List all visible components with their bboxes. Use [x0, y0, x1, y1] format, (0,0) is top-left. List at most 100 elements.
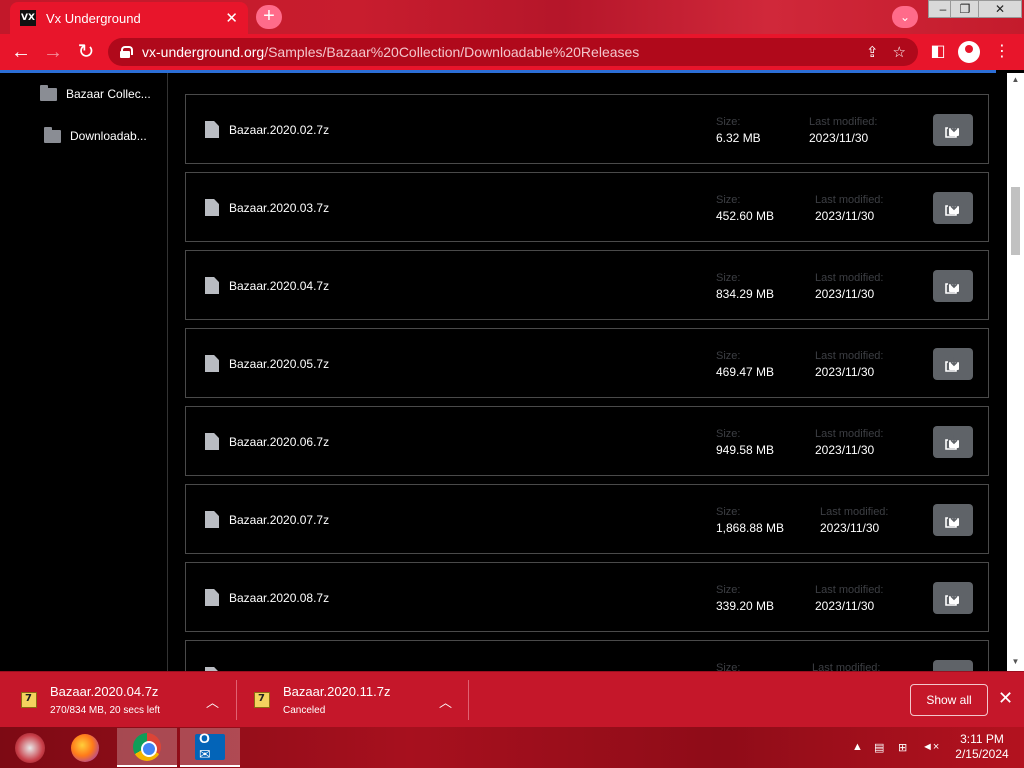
file-name[interactable]: Bazaar.2020.03.7z — [229, 201, 329, 215]
download-button[interactable] — [933, 348, 973, 380]
file-size: 6.32 MB — [716, 131, 761, 145]
close-window-button[interactable]: ✕ — [978, 0, 1022, 18]
size-label: Size: — [716, 272, 741, 284]
scroll-thumb[interactable] — [1011, 187, 1020, 255]
download-icon — [945, 279, 959, 294]
start-button[interactable] — [0, 728, 60, 767]
clock-date: 2/15/2024 — [955, 747, 1009, 761]
lock-icon[interactable] — [120, 46, 133, 58]
download-button[interactable] — [933, 504, 973, 536]
7z-file-icon — [21, 692, 37, 708]
file-name[interactable]: Bazaar.2020.06.7z — [229, 435, 329, 449]
restore-button[interactable]: ❐ — [950, 0, 980, 18]
modified-label: Last modified: — [815, 350, 884, 362]
scroll-up-arrow-icon[interactable]: ▲ — [1011, 75, 1020, 84]
download-icon — [945, 123, 959, 138]
file-name[interactable]: Bazaar.2020.04.7z — [229, 279, 329, 293]
chevron-up-icon[interactable]: ︿ — [206, 692, 219, 711]
file-modified-date: 2023/11/30 — [815, 599, 875, 613]
file-row[interactable]: Bazaar.2020.02.7z Size: 6.32 MB Last mod… — [185, 94, 989, 164]
volume-muted-icon[interactable]: ◄× — [922, 741, 939, 753]
taskbar-chrome[interactable] — [117, 728, 177, 767]
file-icon — [205, 433, 219, 450]
file-name[interactable]: Bazaar.2020.05.7z — [229, 357, 329, 371]
page-scrollbar[interactable]: ▲ ▼ — [1007, 73, 1024, 671]
taskbar-firefox[interactable] — [55, 728, 115, 767]
modified-label: Last modified: — [809, 116, 878, 128]
file-modified-date: 2023/11/30 — [820, 521, 880, 535]
sidebar-item-label: Bazaar Collec... — [66, 87, 151, 101]
browser-toolbar: ← → ↻ vx-underground.org/Samples/Bazaar%… — [0, 34, 1024, 70]
download-status: 270/834 MB, 20 secs left — [50, 705, 161, 716]
url-text[interactable]: vx-underground.org/Samples/Bazaar%20Coll… — [142, 44, 852, 60]
profile-avatar-icon[interactable] — [958, 41, 980, 63]
file-row[interactable]: Bazaar.2020.08.7z Size: 339.20 MB Last m… — [185, 562, 989, 632]
reload-icon[interactable]: ↻ — [73, 40, 99, 64]
outlook-icon: O ✉ — [195, 730, 225, 762]
download-button[interactable] — [933, 192, 973, 224]
site-favicon: VX — [20, 10, 36, 26]
tab-search-button[interactable]: ⌄ — [892, 6, 918, 28]
download-button[interactable] — [933, 660, 973, 671]
system-clock[interactable]: 3:11 PM 2/15/2024 — [950, 732, 1014, 762]
download-status: Canceled — [283, 705, 326, 716]
divider — [236, 680, 237, 720]
close-shelf-icon[interactable]: ✕ — [998, 688, 1013, 709]
file-row[interactable]: Bazaar.2020.05.7z Size: 469.47 MB Last m… — [185, 328, 989, 398]
bookmark-star-icon[interactable]: ☆ — [893, 43, 906, 61]
download-filename: Bazaar.2020.04.7z — [50, 684, 159, 699]
new-tab-button[interactable]: + — [256, 5, 282, 29]
download-button[interactable] — [933, 270, 973, 302]
download-item-canceled[interactable]: Bazaar.2020.11.7z Canceled — [254, 672, 390, 728]
size-label: Size: — [716, 662, 741, 671]
scroll-down-arrow-icon[interactable]: ▼ — [1011, 657, 1020, 666]
modified-label: Last modified: — [820, 506, 889, 518]
sidebar-item-downloadable-releases[interactable]: Downloadab... — [44, 126, 147, 143]
modified-label: Last modified: — [815, 584, 884, 596]
chevron-up-icon[interactable]: ︿ — [439, 692, 452, 711]
network-icon[interactable]: ⊞ — [898, 741, 907, 754]
file-row[interactable]: Bazaar.2020.04.7z Size: 834.29 MB Last m… — [185, 250, 989, 320]
file-modified-date: 2023/11/30 — [815, 209, 875, 223]
tray-app-icon[interactable]: ▤ — [874, 741, 884, 754]
sidebar-item-bazaar-collection[interactable]: Bazaar Collec... — [40, 84, 151, 101]
file-row-partial[interactable]: Size: Last modified: — [185, 640, 989, 671]
url-host: vx-underground.org — [142, 44, 265, 60]
download-button[interactable] — [933, 582, 973, 614]
folder-icon — [44, 126, 61, 143]
modified-label: Last modified: — [815, 428, 884, 440]
file-name[interactable]: Bazaar.2020.08.7z — [229, 591, 329, 605]
taskbar-outlook[interactable]: O ✉ — [180, 728, 240, 767]
side-panel-icon[interactable]: ◧ — [926, 40, 950, 64]
file-size: 339.20 MB — [716, 599, 775, 613]
file-size: 1,868.88 MB — [716, 521, 785, 535]
forward-icon[interactable]: → — [40, 40, 66, 64]
file-row[interactable]: Bazaar.2020.03.7z Size: 452.60 MB Last m… — [185, 172, 989, 242]
tray-expand-icon[interactable]: ▲ — [852, 741, 863, 753]
file-row[interactable]: Bazaar.2020.07.7z Size: 1,868.88 MB Last… — [185, 484, 989, 554]
download-button[interactable] — [933, 426, 973, 458]
close-tab-icon[interactable]: ✕ — [225, 9, 238, 27]
download-icon — [945, 435, 959, 450]
show-all-button[interactable]: Show all — [910, 684, 988, 716]
modified-label: Last modified: — [815, 272, 884, 284]
file-name[interactable]: Bazaar.2020.07.7z — [229, 513, 329, 527]
file-modified-date: 2023/11/30 — [815, 443, 875, 457]
file-size: 834.29 MB — [716, 287, 775, 301]
address-bar[interactable]: vx-underground.org/Samples/Bazaar%20Coll… — [108, 38, 918, 66]
tab-vx-underground[interactable]: VX Vx Underground ✕ — [10, 2, 248, 34]
file-icon — [205, 277, 219, 294]
download-button[interactable] — [933, 114, 973, 146]
file-size: 949.58 MB — [716, 443, 775, 457]
file-size: 469.47 MB — [716, 365, 775, 379]
windows-taskbar: O ✉ ▲ ▤ ⊞ ◄× 3:11 PM 2/15/2024 — [0, 727, 1024, 768]
menu-kebab-icon[interactable]: ⋮ — [990, 40, 1014, 64]
file-row[interactable]: Bazaar.2020.06.7z Size: 949.58 MB Last m… — [185, 406, 989, 476]
file-name[interactable]: Bazaar.2020.02.7z — [229, 123, 329, 137]
size-label: Size: — [716, 584, 741, 596]
download-item-in-progress[interactable]: Bazaar.2020.04.7z 270/834 MB, 20 secs le… — [21, 672, 160, 728]
firefox-icon — [71, 733, 99, 762]
share-icon[interactable]: ⇪ — [866, 43, 879, 61]
start-orb-icon — [15, 732, 45, 763]
back-icon[interactable]: ← — [8, 40, 34, 64]
